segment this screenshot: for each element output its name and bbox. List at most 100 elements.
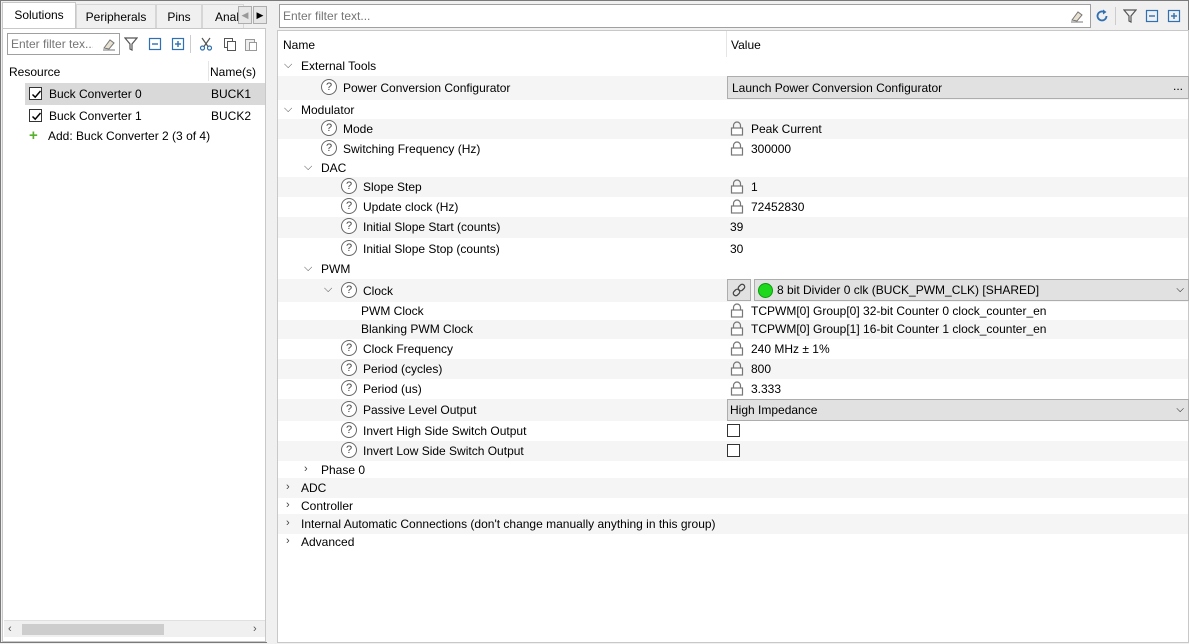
chevron-down-icon[interactable]: ⌵	[284, 59, 294, 71]
slope-start-input[interactable]: 39	[730, 220, 743, 234]
group-label: DAC	[321, 161, 347, 175]
expand-all-icon[interactable]	[1165, 7, 1183, 25]
group-internal-connections[interactable]: › Internal Automatic Connections (don't …	[278, 514, 1188, 534]
help-icon[interactable]: ?	[321, 140, 337, 156]
paste-icon[interactable]	[242, 35, 260, 53]
param-row[interactable]: ? Passive Level Output High Impedance ⌵	[278, 399, 1189, 421]
group-dac[interactable]: ⌵ DAC	[278, 158, 1188, 178]
chevron-right-icon[interactable]: ›	[304, 463, 314, 475]
resource-row[interactable]: Buck Converter 0 BUCK1	[25, 83, 265, 105]
launch-configurator-button[interactable]: Launch Power Conversion Configurator ...	[727, 76, 1189, 99]
param-row[interactable]: Blanking PWM Clock TCPWM[0] Group[1] 16-…	[278, 320, 1188, 339]
chevron-right-icon[interactable]: ›	[286, 535, 296, 547]
column-name[interactable]: Name	[283, 38, 315, 52]
parameter-filter-input[interactable]	[280, 5, 1060, 27]
link-icon	[732, 283, 746, 297]
param-row[interactable]: ? Invert High Side Switch Output	[278, 421, 1188, 441]
group-external-tools[interactable]: ⌵ External Tools	[278, 56, 1188, 76]
chevron-right-icon[interactable]: ›	[286, 517, 296, 529]
resource-filter-input[interactable]	[8, 34, 96, 54]
param-row[interactable]: ? Period (cycles) 800	[278, 359, 1188, 379]
tab-peripherals[interactable]: Peripherals	[76, 4, 156, 28]
param-row[interactable]: PWM Clock TCPWM[0] Group[0] 32-bit Count…	[278, 302, 1188, 320]
scroll-right-icon[interactable]: ›	[253, 623, 257, 635]
group-controller[interactable]: › Controller	[278, 496, 1188, 516]
help-icon[interactable]: ?	[341, 340, 357, 356]
column-names[interactable]: Name(s)	[210, 65, 256, 79]
chevron-down-icon[interactable]: ⌵	[304, 262, 314, 274]
help-icon[interactable]: ?	[341, 218, 357, 234]
group-advanced[interactable]: › Advanced	[278, 532, 1188, 552]
param-row[interactable]: ? Invert Low Side Switch Output	[278, 441, 1188, 461]
invert-low-side-checkbox[interactable]	[727, 444, 740, 457]
lock-icon	[730, 179, 744, 194]
help-icon[interactable]: ?	[321, 120, 337, 136]
link-button[interactable]	[727, 279, 751, 301]
group-adc[interactable]: › ADC	[278, 478, 1188, 498]
resource-row[interactable]: Buck Converter 1 BUCK2	[25, 105, 265, 127]
param-row[interactable]: ⌵ ? Clock 8 bit Divider 0 clk (BUCK_PWM_…	[278, 279, 1189, 302]
help-icon[interactable]: ?	[341, 422, 357, 438]
help-icon[interactable]: ?	[341, 442, 357, 458]
group-pwm[interactable]: ⌵ PWM	[278, 259, 1188, 279]
column-value[interactable]: Value	[731, 38, 761, 52]
horizontal-scrollbar[interactable]: ‹ ›	[4, 620, 265, 637]
tab-pins[interactable]: Pins	[156, 4, 202, 28]
collapse-all-icon[interactable]	[1143, 7, 1161, 25]
group-modulator[interactable]: ⌵ Modulator	[278, 100, 1188, 120]
help-icon[interactable]: ?	[341, 240, 357, 256]
refresh-icon[interactable]	[1093, 7, 1111, 25]
expand-all-icon[interactable]	[169, 35, 187, 53]
passive-level-dropdown[interactable]: High Impedance ⌵	[727, 399, 1189, 421]
param-value: 72452830	[751, 200, 805, 214]
collapse-all-icon[interactable]	[146, 35, 164, 53]
tab-solutions[interactable]: Solutions	[2, 2, 76, 28]
param-value: 1	[751, 180, 758, 194]
column-divider[interactable]	[726, 31, 727, 57]
eraser-icon[interactable]	[1070, 9, 1084, 23]
param-value: 240 MHz ± 1%	[751, 342, 830, 356]
slope-stop-input[interactable]: 30	[730, 242, 743, 256]
column-resource[interactable]: Resource	[9, 65, 60, 79]
pane-splitter[interactable]	[267, 1, 277, 644]
param-row[interactable]: ? Update clock (Hz) 72452830	[278, 197, 1188, 217]
param-row[interactable]: ? Power Conversion Configurator Launch P…	[278, 76, 1189, 100]
scroll-left-icon[interactable]: ‹	[8, 623, 12, 635]
chevron-right-icon[interactable]: ›	[286, 499, 296, 511]
param-row[interactable]: ? Mode Peak Current	[278, 119, 1188, 139]
help-icon[interactable]: ?	[341, 178, 357, 194]
help-icon[interactable]: ?	[321, 79, 337, 95]
chevron-down-icon[interactable]: ⌵	[324, 283, 334, 295]
help-icon[interactable]: ?	[341, 380, 357, 396]
invert-high-side-checkbox[interactable]	[727, 424, 740, 437]
scrollbar-thumb[interactable]	[22, 624, 164, 635]
clock-dropdown[interactable]: 8 bit Divider 0 clk (BUCK_PWM_CLK) [SHAR…	[754, 279, 1189, 301]
resource-filter	[7, 33, 120, 55]
param-row[interactable]: ? Initial Slope Start (counts) 39	[278, 217, 1188, 238]
tab-scroll-right-icon[interactable]: ▶	[253, 6, 267, 24]
param-row[interactable]: ? Slope Step 1	[278, 177, 1188, 197]
help-icon[interactable]: ?	[341, 198, 357, 214]
chevron-right-icon[interactable]: ›	[286, 481, 296, 493]
chevron-down-icon[interactable]: ⌵	[284, 103, 294, 115]
copy-icon[interactable]	[221, 35, 239, 53]
tab-scroll-left-icon[interactable]: ◀	[238, 6, 252, 24]
resource-enabled-checkbox[interactable]	[29, 87, 42, 100]
cut-icon[interactable]	[197, 35, 215, 53]
help-icon[interactable]: ?	[341, 360, 357, 376]
filter-icon[interactable]	[122, 35, 140, 53]
param-row[interactable]: ? Period (us) 3.333	[278, 379, 1188, 399]
eraser-icon[interactable]	[102, 37, 116, 51]
parameter-filter	[279, 4, 1091, 28]
param-row[interactable]: ? Switching Frequency (Hz) 300000	[278, 139, 1188, 159]
column-divider[interactable]	[208, 61, 209, 81]
group-label: Modulator	[301, 103, 355, 117]
resource-enabled-checkbox[interactable]	[29, 109, 42, 122]
help-icon[interactable]: ?	[341, 401, 357, 417]
group-phase-0[interactable]: › Phase 0	[278, 460, 1188, 480]
param-row[interactable]: ? Initial Slope Stop (counts) 30	[278, 239, 1188, 260]
filter-icon[interactable]	[1121, 7, 1139, 25]
param-row[interactable]: ? Clock Frequency 240 MHz ± 1%	[278, 339, 1188, 359]
chevron-down-icon[interactable]: ⌵	[304, 161, 314, 173]
help-icon[interactable]: ?	[341, 282, 357, 298]
